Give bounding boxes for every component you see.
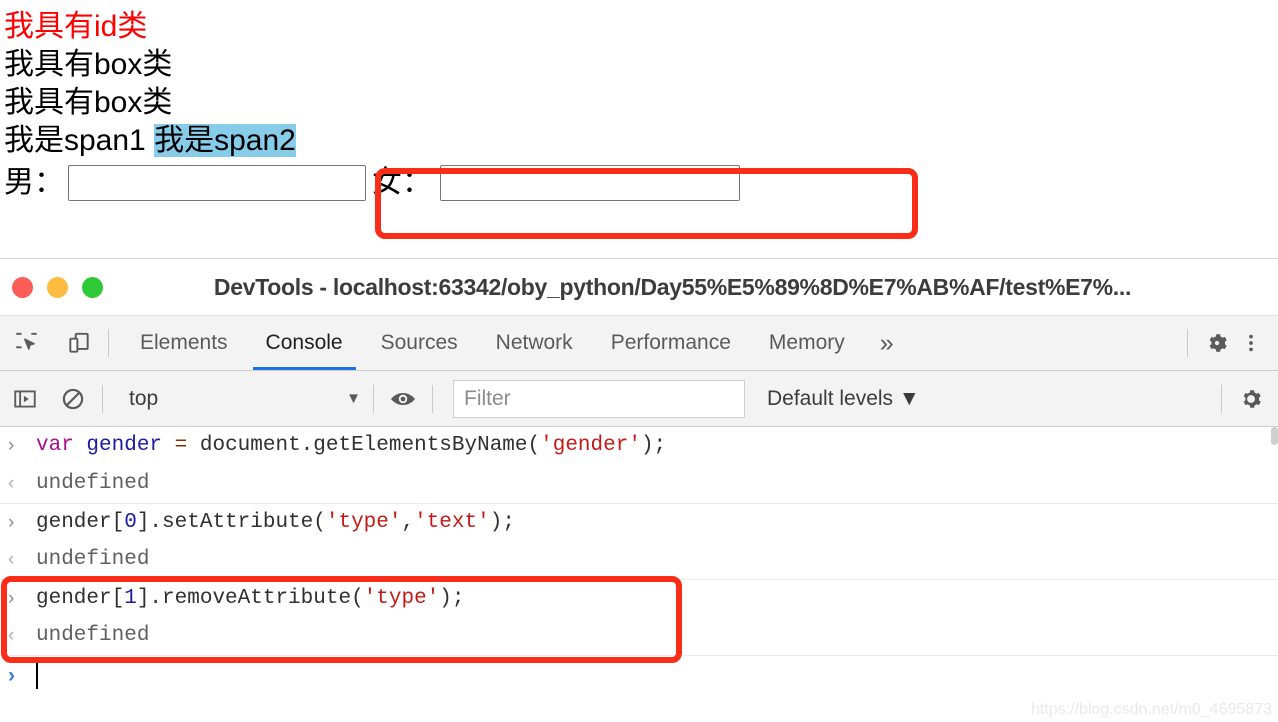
chevron-down-icon: ▼ [898,386,920,410]
console-output-chevron-icon: ‹ [8,473,15,494]
tab-sources[interactable]: Sources [362,316,477,370]
console-toolbar-divider-4 [1221,384,1222,413]
page-text-id-class: 我具有id类 [4,10,148,43]
tab-performance[interactable]: Performance [592,316,750,370]
span2-text: 我是span2 [154,124,296,157]
log-levels-dropdown[interactable]: Default levels ▼ [745,387,920,411]
console-row[interactable]: › gender[0].setAttribute('type','text'); [0,503,1278,541]
console-message-list[interactable]: › var gender = document.getElementsByNam… [0,427,1278,722]
console-toolbar-divider-3 [432,384,433,413]
more-tabs-icon[interactable]: » [864,316,910,370]
console-toolbar-right [1209,382,1278,416]
execution-context-selector[interactable]: top ▼ [115,387,361,411]
tab-elements[interactable]: Elements [121,316,247,370]
span1-text: 我是span1 [4,124,146,157]
console-prompt[interactable]: › [0,655,1278,696]
devtools-tabbar-right [1175,326,1278,360]
live-expression-eye-icon[interactable] [386,382,420,416]
close-window-button[interactable] [12,276,33,298]
tabbar-divider [1187,329,1188,357]
device-toolbar-icon[interactable] [62,326,96,360]
devtools-tabs: Elements Console Sources Network Perform… [121,316,910,370]
devtools-tool-icons [0,326,96,360]
console-row[interactable]: › var gender = document.getElementsByNam… [0,427,1278,465]
watermark: https://blog.csdn.net/m0_4695873 [1030,701,1272,718]
screenshot-root: 我具有id类 我具有box类 我具有box类 我是span1 我是span2 男… [0,0,1278,722]
devtools-title-bar: DevTools - localhost:63342/oby_python/Da… [0,259,1278,316]
gear-icon[interactable] [1200,326,1234,360]
console-input-chevron-icon: › [8,588,15,609]
kebab-menu-icon[interactable] [1234,326,1268,360]
console-row[interactable]: ‹ undefined [0,617,1278,655]
console-input-chevron-icon: › [8,512,15,533]
page-text-span-row: 我是span1 我是span2 [0,122,1278,160]
filter-input[interactable]: Filter [453,379,745,418]
console-sidebar-icon[interactable] [8,382,42,416]
female-label: 女： [372,166,432,199]
male-label: 男： [4,166,64,199]
devtools-title: DevTools - localhost:63342/oby_python/Da… [213,273,1132,300]
text-caret [36,663,38,689]
tab-network[interactable]: Network [477,316,592,370]
inspect-element-icon[interactable] [10,326,44,360]
console-message-text: var gender = document.getElementsByName(… [36,434,667,457]
console-message-text: gender[1].removeAttribute('type'); [36,587,465,610]
console-message-text: undefined [36,624,150,647]
minimize-window-button[interactable] [47,276,68,298]
console-row[interactable]: › gender[1].removeAttribute('type'); [0,579,1278,617]
clear-console-icon[interactable] [56,382,90,416]
console-toolbar-divider-2 [373,384,374,413]
console-toolbar: top ▼ Filter Default levels ▼ [0,371,1278,427]
console-settings-gear-icon[interactable] [1234,382,1268,416]
console-row[interactable]: ‹ undefined [0,465,1278,503]
window-controls [0,276,103,298]
toolbar-divider [108,329,109,357]
console-output-chevron-icon: ‹ [8,625,15,646]
page-text-box-class-1: 我具有box类 [4,48,173,81]
tab-console[interactable]: Console [247,316,362,370]
page-text-box-class-2: 我具有box类 [4,86,173,119]
rendered-web-page: 我具有id类 我具有box类 我具有box类 我是span1 我是span2 男… [0,0,1278,258]
console-input-chevron-icon: › [8,435,15,456]
female-input[interactable] [440,165,740,201]
console-message-text: undefined [36,548,150,571]
male-input[interactable] [68,165,366,201]
log-levels-label: Default levels [767,386,894,410]
execution-context-value: top [129,386,159,410]
tab-memory[interactable]: Memory [750,316,864,370]
console-toolbar-divider-1 [102,384,103,413]
console-message-text: undefined [36,472,150,495]
gender-form-row: 男： 女： [0,164,1278,202]
chevron-down-icon: ▼ [346,390,361,407]
console-prompt-chevron-icon: › [8,664,15,687]
devtools-tab-bar: Elements Console Sources Network Perform… [0,316,1278,371]
devtools-window: DevTools - localhost:63342/oby_python/Da… [0,258,1278,722]
console-row[interactable]: ‹ undefined [0,541,1278,579]
console-scrollbar[interactable] [1271,427,1278,445]
maximize-window-button[interactable] [82,276,103,298]
console-output-chevron-icon: ‹ [8,549,15,570]
filter-placeholder: Filter [464,386,511,410]
console-message-text: gender[0].setAttribute('type','text'); [36,511,515,534]
